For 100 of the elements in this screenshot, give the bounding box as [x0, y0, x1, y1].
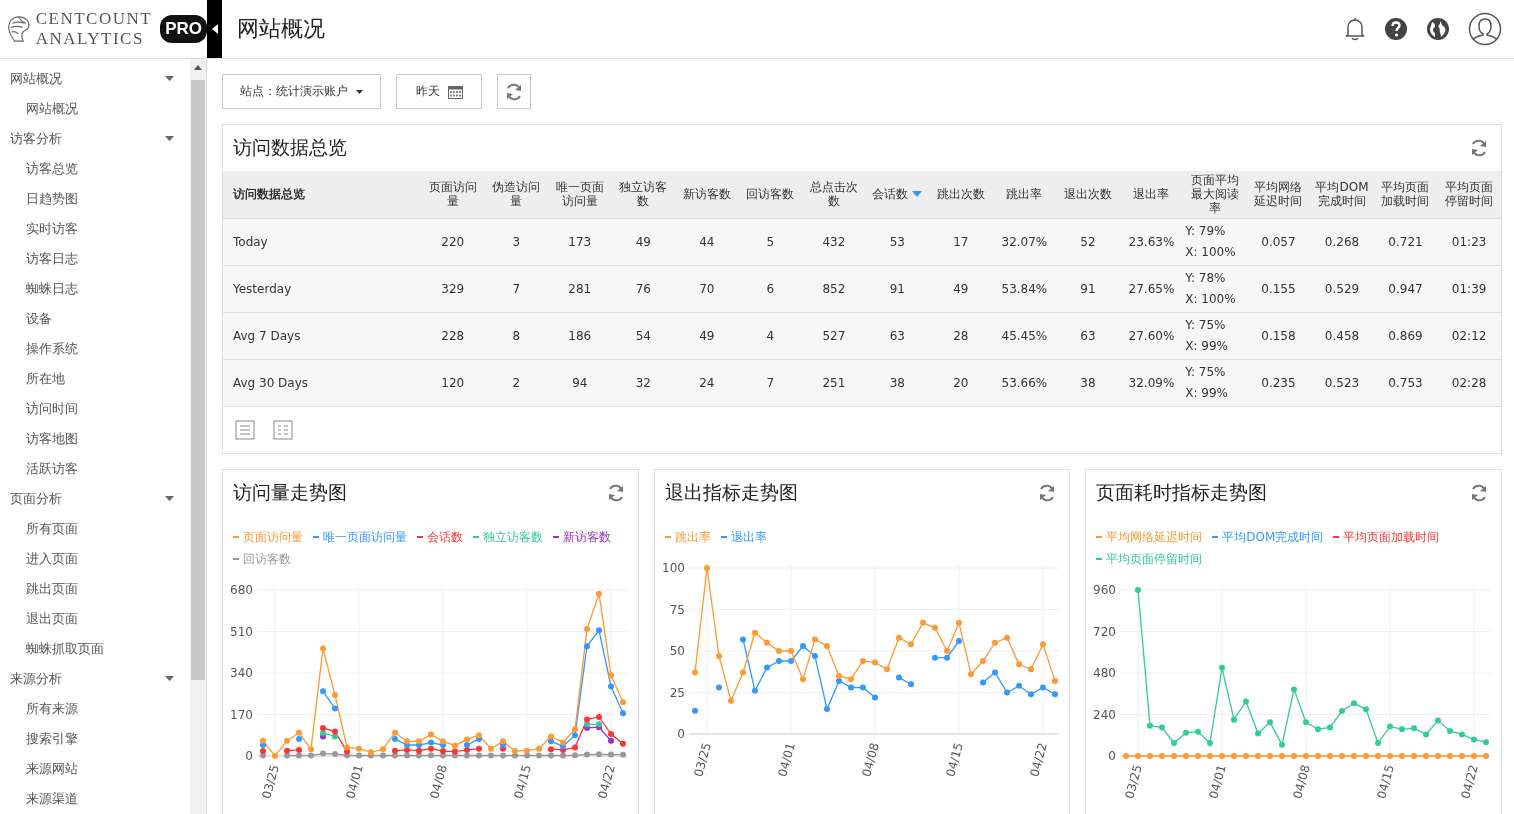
- menu-group[interactable]: 来源分析: [0, 664, 190, 694]
- table-cell: Yesterday: [233, 281, 292, 296]
- table-cell: 94: [572, 375, 588, 390]
- axis-label: 0: [245, 748, 253, 763]
- table-cell: 45.45%: [1001, 328, 1048, 343]
- axis-label: 04/01: [343, 762, 366, 800]
- table-cell: 173: [568, 234, 592, 249]
- site-dropdown[interactable]: 站点：统计演示账户: [222, 74, 381, 109]
- page-title: 网站概况: [237, 15, 325, 43]
- axis-label: 960: [1093, 582, 1117, 597]
- legend-item[interactable]: 会话数: [417, 525, 463, 548]
- table-cell: 0.458: [1324, 328, 1360, 343]
- menu-item[interactable]: 搜索引擎: [0, 724, 190, 754]
- axis-label: 04/08: [427, 762, 450, 800]
- menu-item[interactable]: 跳出页面: [0, 574, 190, 604]
- menu-item[interactable]: 来源渠道: [0, 784, 190, 814]
- axis-label: 170: [230, 707, 253, 721]
- table-cell: 17: [953, 234, 969, 249]
- column-header[interactable]: 访问数据总览: [233, 187, 305, 202]
- table-cell: 852: [822, 281, 846, 296]
- table-cell: Avg 30 Days: [233, 375, 309, 390]
- axis-label: 50: [669, 643, 685, 658]
- menu-group[interactable]: 访客分析: [0, 124, 190, 154]
- axis-label: 04/08: [859, 740, 882, 778]
- table-cell: 32.07%: [1001, 234, 1048, 249]
- column-header[interactable]: 退出率: [1133, 187, 1170, 202]
- table-cell-text: X: 99%: [1185, 384, 1229, 402]
- menu-item[interactable]: 所有来源: [0, 694, 190, 724]
- menu-item[interactable]: 来源网站: [0, 754, 190, 784]
- table-cell: 0.155: [1261, 281, 1296, 296]
- axis-label: 04/15: [1374, 762, 1398, 800]
- axis-label: 510: [230, 624, 253, 638]
- axis-label: 03/25: [691, 740, 714, 778]
- table-cell: 2: [512, 375, 521, 390]
- legend-item[interactable]: 新访客数: [553, 525, 611, 548]
- table-cell: 0.753: [1388, 375, 1423, 390]
- table-cell: Avg 7 Days: [233, 328, 301, 343]
- pro-badge: PRO: [160, 15, 207, 43]
- table-cell: 5: [766, 234, 775, 249]
- chart-title: 页面耗时指标走势图: [1096, 479, 1268, 505]
- table-cell: 53: [889, 234, 905, 249]
- table-cell: 76: [635, 281, 651, 296]
- table-cell: 0.158: [1261, 328, 1296, 343]
- table-cell: 49: [699, 328, 715, 343]
- table-cell: 251: [822, 375, 846, 390]
- menu-item[interactable]: 操作系统: [0, 334, 190, 364]
- table-cell: 63: [889, 328, 905, 343]
- menu-item[interactable]: 蜘蛛抓取页面: [0, 634, 190, 664]
- table-cell: 01:23: [1451, 234, 1487, 249]
- brand-name: ANALYTICS: [35, 29, 145, 49]
- table-cell: 8: [512, 328, 521, 343]
- table-cell: 0.529: [1324, 281, 1360, 296]
- table-cell: 0.057: [1261, 234, 1296, 249]
- table-cell: 3: [512, 234, 521, 249]
- axis-label: 25: [669, 685, 685, 699]
- table-cell: 32.09%: [1128, 375, 1175, 390]
- menu-group[interactable]: 页面分析: [0, 484, 190, 514]
- table-cell: 432: [822, 234, 846, 249]
- table-cell: 27.65%: [1128, 281, 1175, 296]
- table-cell: 0.947: [1388, 281, 1423, 296]
- table-cell: 24: [699, 375, 715, 390]
- table-cell: 20: [953, 375, 969, 390]
- column-header[interactable]: 会话数: [872, 187, 909, 202]
- axis-label: 680: [230, 582, 253, 597]
- table-cell: 44: [699, 234, 715, 249]
- column-header[interactable]: 跳出率: [1006, 187, 1043, 202]
- menu-item[interactable]: 网站概况: [0, 94, 190, 124]
- axis-label: 04/15: [511, 762, 534, 800]
- menu-item[interactable]: 日趋势图: [0, 184, 190, 214]
- menu-item[interactable]: 访客总览: [0, 154, 190, 184]
- table-cell: 70: [699, 281, 715, 296]
- menu-item[interactable]: 访问时间: [0, 394, 190, 424]
- axis-label: 04/22: [1027, 740, 1050, 778]
- brand-name: CENTCOUNT: [35, 9, 153, 29]
- table-cell: 01:39: [1451, 281, 1487, 296]
- menu-item[interactable]: 设备: [0, 304, 190, 334]
- table-cell-text: Y: 75%: [1185, 316, 1227, 334]
- menu-item[interactable]: 访客地图: [0, 424, 190, 454]
- table-cell-text: Y: 79%: [1185, 222, 1227, 240]
- axis-label: 240: [1093, 707, 1117, 721]
- chart-title: 访问量走势图: [233, 479, 347, 505]
- column-header[interactable]: 页面平均最大阅读率: [1185, 173, 1245, 216]
- legend-item[interactable]: 平均页面加载时间: [1333, 525, 1440, 548]
- menu-item[interactable]: 所在地: [0, 364, 190, 394]
- menu-item[interactable]: 实时访客: [0, 214, 190, 244]
- table-cell: 0.869: [1388, 328, 1423, 343]
- menu-item[interactable]: 访客日志: [0, 244, 190, 274]
- date-picker-button[interactable]: 昨天: [396, 74, 482, 109]
- table-cell: 52: [1080, 234, 1096, 249]
- table-cell: 0.235: [1261, 375, 1296, 390]
- menu-item[interactable]: 退出页面: [0, 604, 190, 634]
- menu-group[interactable]: 网站概况: [0, 64, 190, 94]
- axis-label: 480: [1093, 665, 1117, 680]
- menu-item[interactable]: 所有页面: [0, 514, 190, 544]
- menu-item[interactable]: 活跃访客: [0, 454, 190, 484]
- chart-title: 退出指标走势图: [664, 479, 798, 505]
- menu-item[interactable]: 进入页面: [0, 544, 190, 574]
- table-cell-text: Y: 75%: [1185, 363, 1227, 381]
- menu-item[interactable]: 蜘蛛日志: [0, 274, 190, 304]
- axis-label: 04/15: [943, 740, 966, 778]
